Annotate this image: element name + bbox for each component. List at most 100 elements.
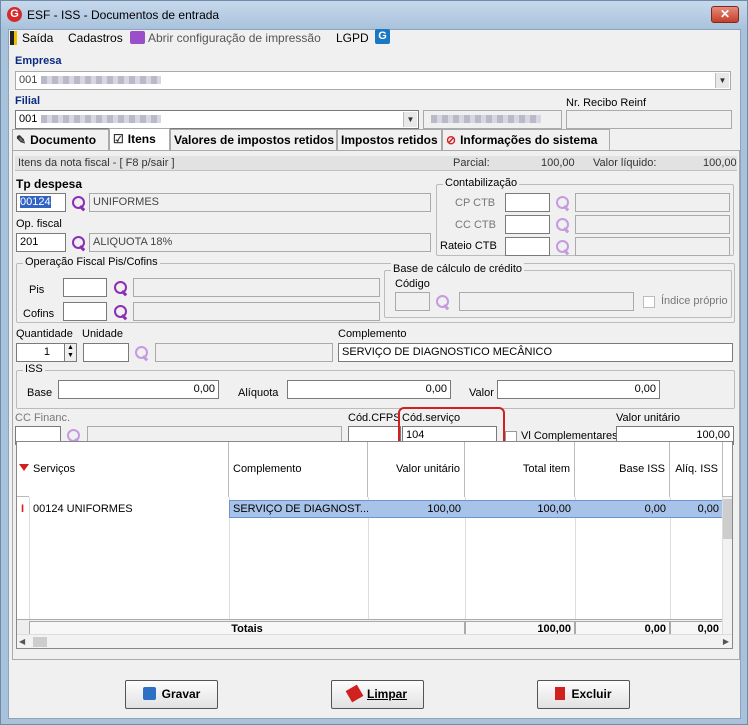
pis-input[interactable] [63,278,107,297]
itens-panel: Itens da nota fiscal - [ F8 p/sair ] Par… [12,150,740,660]
trash-icon [555,687,566,700]
menu-cadastros[interactable]: Cadastros [68,30,123,46]
empresa-name-redacted [41,76,162,85]
window-title: ESF - ISS - Documentos de entrada [27,8,220,22]
cofins-label: Cofins [23,308,55,320]
cc-ctb-label: CC CTB [455,219,496,231]
title-bar: G ESF - ISS - Documentos de entrada ✕ [1,1,747,29]
search-icon[interactable] [555,195,571,211]
quantidade-stepper[interactable]: ▲ ▼ [64,343,77,362]
iss-base-input[interactable]: 0,00 [58,380,219,399]
iss-valor-input[interactable]: 0,00 [497,380,660,399]
horizontal-scrollbar[interactable]: ◀ ▶ [17,634,732,648]
iss-aliquota-input[interactable]: 0,00 [287,380,451,399]
recibo-label: Nr. Recibo Reinf [566,97,647,109]
total-base-iss: 0,00 [575,621,670,635]
cc-ctb-input[interactable] [505,215,550,234]
scroll-thumb-h[interactable] [33,637,47,647]
iss-aliquota-label: Alíquota [238,387,279,399]
col-servicos[interactable]: Serviços [29,442,229,497]
pis-cofins-group: Operação Fiscal Pis/Cofins Pis Cofins Ba… [16,256,735,323]
indice-proprio-checkbox[interactable] [643,296,655,308]
cell-servico: 00124 UNIFORMES [33,503,133,515]
items-grid: Serviços Complemento Valor unitário Tota… [16,441,733,649]
cc-financ-label: CC Financ. [15,412,71,424]
client-area: Saída Cadastros Abrir configuração de im… [8,29,741,719]
search-icon[interactable] [435,294,451,310]
cell-base-iss: 0,00 [644,503,666,515]
tab-itens[interactable]: ☑ Itens [109,128,170,152]
scroll-right-icon[interactable]: ▶ [723,637,729,646]
clear-button[interactable]: Limpar [331,680,424,709]
contabilizacao-title: Contabilização [443,177,520,189]
valor-unitario-label: Valor unitário [616,412,680,424]
recibo-input[interactable] [566,110,732,129]
cell-complemento: SERVIÇO DE DIAGNOST... [233,503,368,515]
col-valor-unitario[interactable]: Valor unitário [368,442,465,497]
menu-print-config[interactable]: Abrir configuração de impressão [148,30,321,46]
contabilizacao-group: Contabilização CP CTB CC CTB Rateio CTB [436,177,734,256]
tab-documento[interactable]: ✎ Documento [12,129,109,151]
iss-valor-label: Valor [469,387,494,399]
col-complemento[interactable]: Complemento [229,442,368,497]
cp-ctb-input[interactable] [505,193,550,212]
filial-code: 001 [19,113,38,125]
rateio-ctb-input[interactable] [505,237,550,256]
table-row[interactable]: I 00124 UNIFORMES SERVIÇO DE DIAGNOST...… [17,500,723,518]
row-cursor-icon: I [21,503,25,515]
scroll-left-icon[interactable]: ◀ [19,637,25,646]
quantidade-input[interactable]: 1 [16,343,67,362]
col-base-iss[interactable]: Base ISS [575,442,670,497]
empresa-select[interactable]: 001 ▼ [15,71,731,90]
credito-title: Base de cálculo de crédito [391,263,525,275]
tp-despesa-code-input[interactable]: 00124 [16,193,66,212]
codigo-desc [459,292,634,311]
cofins-input[interactable] [63,302,107,321]
col-total-item[interactable]: Total item [465,442,575,497]
parcial-label: Parcial: [453,157,490,169]
itens-header-band: Itens da nota fiscal - [ F8 p/sair ] Par… [15,156,737,171]
op-fiscal-code-input[interactable]: 201 [16,233,66,252]
tab-informacoes-sistema[interactable]: ⊘ Informações do sistema [442,129,610,151]
search-icon[interactable] [555,239,571,255]
chevron-down-icon[interactable]: ▼ [715,73,729,88]
vertical-scrollbar[interactable] [722,497,732,635]
lgpd-logo-icon[interactable]: G [375,29,390,44]
complemento-input[interactable]: SERVIÇO DE DIAGNOSTICO MECÂNICO [338,343,733,362]
search-icon[interactable] [134,345,150,361]
quantidade-label: Quantidade [16,328,73,340]
filial-select[interactable]: 001 ▼ [15,110,419,129]
search-icon[interactable] [555,217,571,233]
iss-base-label: Base [27,387,53,399]
unidade-input[interactable] [83,343,129,362]
close-button[interactable]: ✕ [711,6,739,23]
unidade-label: Unidade [82,328,123,340]
save-button[interactable]: Gravar [125,680,218,709]
rateio-ctb-desc [575,237,730,256]
iss-group: ISS Base 0,00 Alíquota 0,00 Valor 0,00 [16,363,735,409]
op-fiscal-label: Op. fiscal [16,218,62,230]
delete-button[interactable]: Excluir [537,680,630,709]
total-item-sum: 100,00 [465,621,575,635]
menu-lgpd[interactable]: LGPD [336,30,369,46]
itens-caption: Itens da nota fiscal - [ F8 p/sair ] [18,157,175,169]
chevron-down-icon[interactable]: ▼ [403,112,417,127]
tp-despesa-desc: UNIFORMES [89,193,431,212]
scroll-thumb[interactable] [723,499,732,539]
search-icon[interactable] [113,304,129,320]
search-icon[interactable] [113,280,129,296]
cofins-desc [133,302,380,321]
search-icon[interactable] [71,235,87,251]
codigo-input[interactable] [395,292,430,311]
op-fiscal-desc: ALIQUOTA 18% [89,233,431,252]
cnpj-redacted [431,115,541,124]
menu-exit[interactable]: Saída [22,30,53,46]
tp-despesa-label: Tp despesa [16,177,83,191]
search-icon[interactable] [71,195,87,211]
pis-desc [133,278,380,297]
eraser-icon [345,684,364,703]
tab-valores-retidos[interactable]: Valores de impostos retidos [170,129,337,151]
tab-impostos-retidos[interactable]: Impostos retidos [337,129,442,151]
cell-valor-unitario: 100,00 [427,503,461,515]
col-aliq-iss[interactable]: Alíq. ISS [670,442,723,497]
